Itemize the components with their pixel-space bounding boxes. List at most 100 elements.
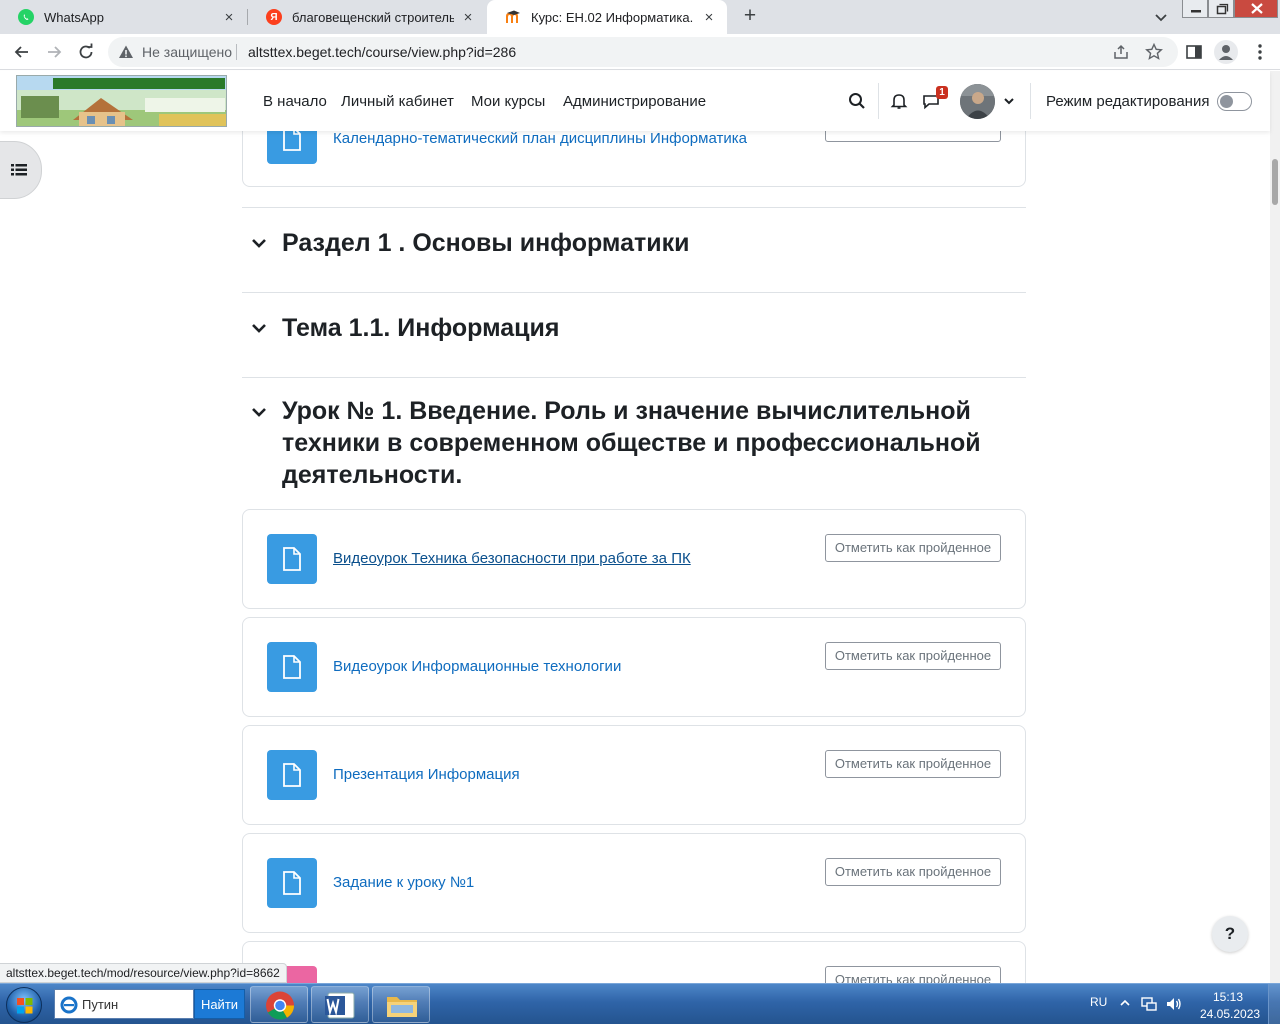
collapse-chevron-icon[interactable] [251,322,267,334]
activity-link[interactable]: Календарно-тематический план дисциплины … [333,130,747,147]
word-icon [325,992,355,1019]
college-logo[interactable] [16,75,227,127]
nav-home[interactable]: В начало [263,93,327,110]
whatsapp-icon [18,9,34,25]
lesson-title-line: Урок № 1. Введение. Роль и значение вычи… [282,397,971,425]
file-icon[interactable] [267,534,317,584]
activity-card: Видеоурок Техника безопасности при работ… [242,509,1026,609]
course-index-toggle-button[interactable] [0,141,42,199]
search-query: Путин [82,997,119,1012]
chrome-icon [266,991,294,1020]
section-divider [242,377,1026,378]
forward-arrow-icon[interactable] [44,42,64,62]
language-indicator[interactable]: RU [1090,995,1107,1009]
section-divider [242,292,1026,293]
collapse-chevron-icon[interactable] [251,237,267,249]
search-icon[interactable] [847,91,867,111]
bell-icon[interactable] [889,91,909,111]
taskbar-app-word[interactable] [311,986,369,1023]
tab-title: WhatsApp [44,9,104,25]
taskbar-app-explorer[interactable] [372,986,430,1023]
start-button[interactable] [6,987,42,1023]
mark-done-button[interactable]: Отметить как пройденное [825,642,1001,670]
new-tab-button[interactable]: + [738,5,762,29]
file-icon[interactable] [267,750,317,800]
reload-icon[interactable] [76,42,96,62]
page-scrollbar[interactable] [1270,71,1280,983]
browser-tab-strip: WhatsApp × Я благовещенский строительный… [0,0,1280,34]
site-navbar: В начало Личный кабинет Мои курсы Админи… [0,71,1270,131]
edit-mode-label: Режим редактирования [1046,93,1210,110]
show-desktop-button[interactable] [1268,984,1280,1024]
share-icon[interactable] [1112,43,1130,61]
profile-avatar[interactable] [1214,40,1238,64]
link-status-url: altsttex.beget.tech/mod/resource/view.ph… [0,963,287,983]
message-count-badge: 1 [936,86,948,99]
section-title[interactable]: Раздел 1 . Основы информатики [282,227,690,259]
volume-icon[interactable] [1165,995,1183,1013]
file-icon[interactable] [267,642,317,692]
close-tab-icon[interactable]: × [460,9,476,26]
show-hidden-icons-icon[interactable] [1119,998,1131,1008]
lesson-title-line: техники в современном обществе и професс… [282,429,981,457]
network-icon[interactable] [1140,995,1158,1013]
activity-link[interactable]: Видеоурок Информационные технологии [333,658,621,675]
internet-explorer-icon [60,996,78,1014]
chevron-down-icon[interactable] [999,91,1019,111]
kebab-menu-icon[interactable] [1250,42,1270,62]
activity-link[interactable]: Презентация Информация [333,766,520,783]
clock-time[interactable]: 15:13 [1213,990,1243,1004]
close-tab-icon[interactable]: × [701,9,717,26]
bookmark-star-icon[interactable] [1145,43,1163,61]
mark-done-button[interactable]: Отметить как пройденное [825,858,1001,886]
file-icon[interactable] [267,858,317,908]
mark-done-button[interactable]: Отметить как пройденное [825,750,1001,778]
nav-administration[interactable]: Администрирование [563,93,706,110]
activity-card: Презентация Информация Отметить как прой… [242,725,1026,825]
divider [236,44,237,60]
search-submit-button[interactable]: Найти [194,989,245,1019]
activity-card: Видеоурок Информационные технологии Отме… [242,617,1026,717]
taskbar-search-input[interactable]: Путин [54,989,194,1019]
activity-card: Задание к уроку №1 Отметить как пройденн… [242,833,1026,933]
divider [1030,83,1031,119]
activity-link[interactable]: Видеоурок Техника безопасности при работ… [333,550,691,567]
section-title[interactable]: Тема 1.1. Информация [282,312,559,344]
user-avatar[interactable] [960,84,995,119]
minimize-window-button[interactable] [1182,0,1208,18]
mark-done-button[interactable]: Отметить как пройденное [825,534,1001,562]
not-secure-warning-icon[interactable] [118,44,134,60]
collapse-chevron-icon[interactable] [251,406,267,418]
lesson-title[interactable]: Урок № 1. Введение. Роль и значение вычи… [282,395,981,491]
security-label[interactable]: Не защищено [142,44,232,60]
nav-my-courses[interactable]: Мои курсы [471,93,545,110]
windows-taskbar: Путин Найти RU 15:13 24.05.2023 [0,983,1280,1024]
help-button[interactable]: ? [1212,916,1248,952]
moodle-icon [505,9,521,25]
list-icon [11,164,27,176]
restore-window-button[interactable] [1208,0,1234,18]
scrollbar-thumb[interactable] [1272,159,1278,205]
toggle-knob [1220,95,1233,108]
folder-icon [387,997,417,1017]
windows-logo-icon [17,998,33,1014]
lesson-title-line: деятельности. [282,461,463,489]
tab-title: благовещенский строительный [292,9,454,25]
tab-whatsapp[interactable]: WhatsApp × [0,0,247,34]
side-panel-icon[interactable] [1184,42,1204,62]
yandex-icon: Я [266,9,282,25]
close-window-button[interactable] [1234,0,1278,18]
tab-yandex-search[interactable]: Я благовещенский строительный × [248,0,486,34]
divider [878,83,879,119]
tab-course[interactable]: Курс: ЕН.02 Информатика. Пред × [487,0,727,34]
close-tab-icon[interactable]: × [221,9,237,26]
clock-date[interactable]: 24.05.2023 [1200,1007,1260,1021]
nav-dashboard[interactable]: Личный кабинет [341,93,454,110]
tab-search-chevron-icon[interactable] [1151,7,1171,27]
edit-mode-toggle[interactable] [1217,92,1252,111]
url-text[interactable]: altsttex.beget.tech/course/view.php?id=2… [248,44,516,60]
address-bar[interactable]: Не защищено altsttex.beget.tech/course/v… [108,37,1178,67]
back-arrow-icon[interactable] [12,42,32,62]
taskbar-app-chrome[interactable] [250,986,308,1023]
activity-link[interactable]: Задание к уроку №1 [333,874,474,891]
